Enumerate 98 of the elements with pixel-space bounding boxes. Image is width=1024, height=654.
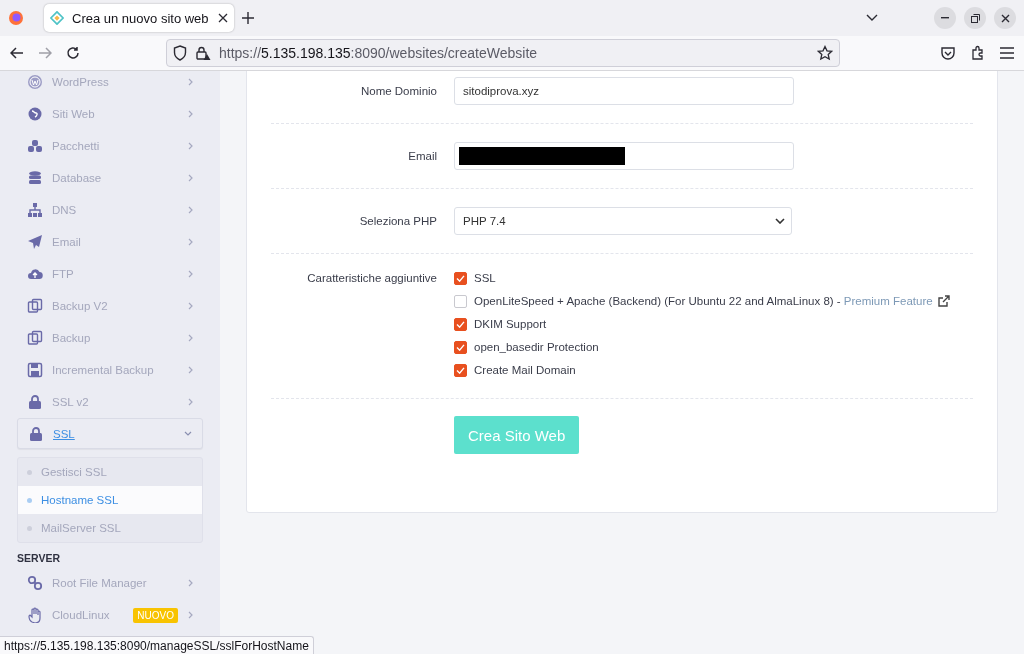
- chevron-right-icon: [188, 142, 193, 150]
- sidebar-item[interactable]: SSL v2: [17, 386, 203, 418]
- checkbox[interactable]: [454, 363, 467, 377]
- premium-feature-link[interactable]: Premium Feature: [843, 295, 933, 307]
- section-heading: SERVER: [17, 551, 61, 566]
- lock-warning-icon: [195, 45, 211, 61]
- restore-icon: [970, 13, 980, 23]
- bullet-icon: [27, 525, 32, 531]
- check-icon: [456, 274, 465, 282]
- wordpress-icon: [26, 74, 43, 90]
- sitemap-icon: [26, 202, 43, 218]
- field-label: Seleziona PHP: [358, 215, 437, 227]
- back-arrow-icon[interactable]: [10, 47, 24, 59]
- chevron-right-icon: [188, 174, 193, 182]
- link-icon: [26, 575, 43, 591]
- field-label: Nome Dominio: [359, 85, 437, 97]
- sidebar-item[interactable]: Incremental Backup: [17, 354, 203, 386]
- hand-icon: [26, 607, 43, 623]
- chevron-right-icon: [188, 238, 193, 246]
- chevron-right-icon: [188, 270, 193, 278]
- external-link-icon: [937, 295, 950, 307]
- chevron-right-icon: [188, 302, 193, 310]
- extensions-icon[interactable]: [970, 45, 986, 61]
- feature-label: DKIM Support: [474, 318, 547, 330]
- new-badge: NUOVO: [133, 607, 178, 623]
- cloud-upload-icon: [26, 266, 43, 282]
- browser-tab[interactable]: Crea un nuovo sito web: [44, 4, 234, 32]
- php-select[interactable]: PHP 7.4: [454, 207, 792, 235]
- menu-icon[interactable]: [1000, 47, 1014, 59]
- chevron-down-icon: [775, 218, 785, 224]
- sidebar-item[interactable]: CloudLinux NUOVO: [17, 599, 203, 631]
- check-icon: [456, 343, 465, 351]
- shield-icon: [173, 45, 187, 61]
- tab-title: Crea un nuovo sito web: [72, 10, 210, 26]
- chevron-right-icon: [188, 78, 193, 86]
- chevron-right-icon: [188, 334, 193, 342]
- chevron-right-icon: [188, 110, 193, 118]
- copy-icon: [26, 330, 43, 346]
- star-icon[interactable]: [817, 45, 833, 61]
- chevron-right-icon: [188, 398, 193, 406]
- close-icon: [1000, 13, 1010, 23]
- feature-label: SSL: [474, 272, 496, 284]
- bullet-icon: [27, 469, 32, 475]
- sidebar-item[interactable]: Database: [17, 162, 203, 194]
- feature-label: OpenLiteSpeed + Apache (Backend) (For Ubuntu 22 and AlmaLinux 8) - Premium Feature: [474, 295, 933, 307]
- field-label: Caratteristiche aggiuntive: [306, 272, 437, 284]
- diamond-icon: [50, 11, 64, 25]
- minimize-button[interactable]: [934, 7, 956, 29]
- minimize-icon: [941, 17, 949, 19]
- submenu-item[interactable]: Gestisci SSL: [18, 458, 202, 486]
- sidebar-item[interactable]: DNS: [17, 194, 203, 226]
- address-bar[interactable]: https://5.135.198.135:8090/websites/createWebsite: [166, 39, 840, 67]
- checkbox[interactable]: [454, 317, 467, 331]
- chevron-down-icon: [184, 431, 192, 436]
- create-website-button[interactable]: Crea Sito Web: [454, 416, 580, 454]
- field-label: Email: [407, 150, 437, 162]
- sidebar-item[interactable]: Root File Manager: [17, 567, 203, 599]
- chevron-right-icon: [188, 206, 193, 214]
- plus-icon[interactable]: [242, 12, 254, 24]
- feature-label: Create Mail Domain: [474, 364, 576, 376]
- restore-button[interactable]: [964, 7, 986, 29]
- chevron-right-icon: [188, 611, 193, 619]
- cubes-icon: [26, 138, 43, 154]
- sidebar-item[interactable]: SSL: [17, 418, 203, 449]
- lock-icon: [27, 425, 44, 442]
- lock-icon: [26, 394, 43, 410]
- close-window-button[interactable]: [994, 7, 1016, 29]
- sidebar-item[interactable]: Backup: [17, 322, 203, 354]
- domain-input-field[interactable]: sitodiprova.xyz: [454, 77, 794, 105]
- submenu-item[interactable]: Hostname SSL: [18, 486, 202, 514]
- copy-icon: [26, 298, 43, 314]
- chevron-right-icon: [188, 366, 193, 374]
- chevron-down-icon[interactable]: [866, 14, 878, 22]
- checkbox[interactable]: [454, 271, 467, 285]
- sidebar-item[interactable]: Pacchetti: [17, 130, 203, 162]
- sidebar-item[interactable]: FTP: [17, 258, 203, 290]
- close-icon[interactable]: [218, 13, 228, 23]
- database-icon: [26, 170, 43, 186]
- sidebar-item[interactable]: WordPress: [17, 71, 203, 98]
- sidebar-item[interactable]: Siti Web: [17, 98, 203, 130]
- feature-label: open_basedir Protection: [474, 341, 599, 353]
- submenu-item[interactable]: MailServer SSL: [18, 514, 202, 542]
- check-icon: [456, 366, 465, 374]
- url-text: https://5.135.198.135:8090/websites/createWebsite: [219, 45, 539, 61]
- pocket-icon[interactable]: [940, 45, 956, 61]
- globe-icon: [26, 106, 43, 122]
- checkbox[interactable]: [454, 340, 467, 354]
- firefox-icon: [8, 10, 24, 26]
- link-status-tooltip: https://5.135.198.135:8090/manageSSL/sslForHostName: [0, 636, 314, 654]
- sidebar-item[interactable]: Backup V2: [17, 290, 203, 322]
- email-input-field[interactable]: [454, 142, 794, 170]
- checkbox[interactable]: [454, 294, 467, 308]
- sidebar-item[interactable]: Email: [17, 226, 203, 258]
- paper-plane-icon: [26, 234, 43, 250]
- chevron-right-icon: [188, 579, 193, 587]
- reload-icon[interactable]: [66, 46, 80, 60]
- bullet-icon: [27, 497, 32, 503]
- check-icon: [456, 320, 465, 328]
